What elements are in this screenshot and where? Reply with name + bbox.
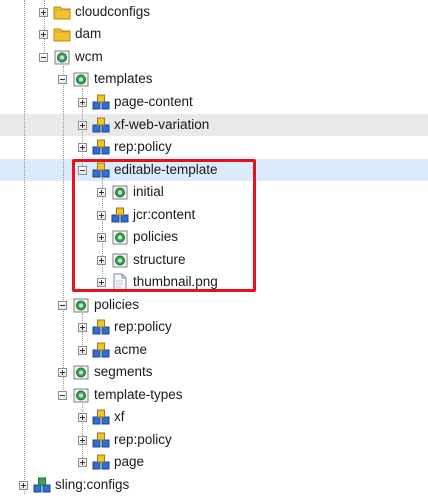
node-icon (112, 230, 128, 245)
tree-node-wcm[interactable]: wcm (39, 46, 103, 68)
expand-toggle[interactable] (78, 120, 87, 130)
folder-icon (53, 28, 71, 42)
tree-node-page-content[interactable]: page-content (78, 91, 193, 113)
cube-icon (92, 454, 110, 470)
cube-icon (92, 409, 110, 425)
tree-node-label[interactable]: templates (94, 68, 153, 90)
cube-icon (92, 117, 110, 133)
tree-node-policies[interactable]: policies (58, 294, 139, 316)
collapse-toggle[interactable] (78, 165, 87, 175)
tree-node-label[interactable]: segments (94, 361, 153, 383)
tree-node-template-types[interactable]: template-types (58, 384, 183, 406)
tree-node-label[interactable]: page (114, 451, 144, 473)
tree-node-label[interactable]: page-content (114, 91, 193, 113)
tree-node-page[interactable]: page (78, 451, 144, 473)
tree-node-label[interactable]: jcr:content (133, 204, 195, 226)
tree-node-xf[interactable]: xf (78, 406, 125, 428)
folder-icon (53, 6, 71, 20)
tree-node-policies-child[interactable]: policies (97, 226, 178, 248)
tree-node-rep-policy[interactable]: rep:policy (78, 136, 172, 158)
tree-node-label[interactable]: xf-web-variation (114, 114, 209, 136)
tree-node-acme[interactable]: acme (78, 339, 147, 361)
tree-node-label[interactable]: thumbnail.png (133, 271, 218, 293)
tree-guide (24, 0, 25, 494)
tree-node-label[interactable]: sling:configs (55, 474, 129, 496)
expand-toggle[interactable] (78, 97, 87, 107)
tree-guide (63, 66, 64, 396)
collapse-toggle[interactable] (58, 300, 67, 310)
expand-toggle[interactable] (78, 457, 87, 467)
tree-node-label[interactable]: structure (133, 249, 186, 271)
expand-toggle[interactable] (58, 367, 67, 377)
expand-toggle[interactable] (78, 322, 87, 332)
node-icon (73, 365, 89, 380)
expand-toggle[interactable] (39, 7, 48, 17)
tree-node-segments[interactable]: segments (58, 361, 153, 383)
tree-node-label[interactable]: policies (94, 294, 139, 316)
node-icon (73, 298, 89, 313)
tree-node-sling-configs[interactable]: sling:configs (19, 474, 129, 496)
tree-node-thumbnail[interactable]: thumbnail.png (97, 271, 218, 293)
expand-toggle[interactable] (97, 210, 106, 220)
tree-node-label[interactable]: wcm (75, 46, 103, 68)
tree-node-jcr-content[interactable]: jcr:content (97, 204, 195, 226)
tree-node-label[interactable]: template-types (94, 384, 183, 406)
cube-icon (92, 432, 110, 448)
tree-node-label[interactable]: dam (75, 23, 101, 45)
row-hover-background (0, 114, 428, 136)
tree-node-label[interactable]: xf (114, 406, 125, 428)
tree-node-rep-policy[interactable]: rep:policy (78, 429, 172, 451)
tree-node-dam[interactable]: dam (39, 23, 101, 45)
collapse-toggle[interactable] (39, 52, 48, 62)
cube-icon (92, 162, 110, 178)
tree-node-label[interactable]: rep:policy (114, 136, 172, 158)
node-icon (112, 253, 128, 268)
node-icon (112, 185, 128, 200)
tree-node-cloudconfigs[interactable]: cloudconfigs (39, 1, 150, 23)
expand-toggle[interactable] (39, 29, 48, 39)
tree-node-editable-template[interactable]: editable-template (78, 159, 218, 181)
expand-toggle[interactable] (78, 142, 87, 152)
tree-node-templates[interactable]: templates (58, 68, 153, 90)
tree-node-label[interactable]: editable-template (114, 159, 218, 181)
tree-node-xf-web-variation[interactable]: xf-web-variation (78, 114, 209, 136)
tree-node-structure[interactable]: structure (97, 249, 186, 271)
cube-icon (33, 477, 51, 493)
cube-icon (92, 342, 110, 358)
expand-toggle[interactable] (78, 435, 87, 445)
file-icon (113, 273, 127, 291)
expand-toggle[interactable] (97, 187, 106, 197)
cube-icon (92, 319, 110, 335)
expand-toggle[interactable] (97, 232, 106, 242)
collapse-toggle[interactable] (58, 390, 67, 400)
cube-icon (111, 207, 129, 223)
expand-toggle[interactable] (78, 412, 87, 422)
tree-node-rep-policy[interactable]: rep:policy (78, 316, 172, 338)
node-icon (73, 388, 89, 403)
expand-toggle[interactable] (78, 345, 87, 355)
tree-node-label[interactable]: acme (114, 339, 147, 361)
node-icon (54, 50, 70, 65)
tree-node-initial[interactable]: initial (97, 181, 164, 203)
cube-icon (92, 139, 110, 155)
expand-toggle[interactable] (97, 277, 106, 287)
expand-toggle[interactable] (19, 480, 28, 490)
tree-node-label[interactable]: initial (133, 181, 164, 203)
tree-node-label[interactable]: rep:policy (114, 316, 172, 338)
node-icon (73, 72, 89, 87)
tree-node-label[interactable]: policies (133, 226, 178, 248)
tree-node-label[interactable]: cloudconfigs (75, 1, 150, 23)
expand-toggle[interactable] (97, 255, 106, 265)
tree-node-label[interactable]: rep:policy (114, 429, 172, 451)
collapse-toggle[interactable] (58, 74, 67, 84)
cube-icon (92, 94, 110, 110)
